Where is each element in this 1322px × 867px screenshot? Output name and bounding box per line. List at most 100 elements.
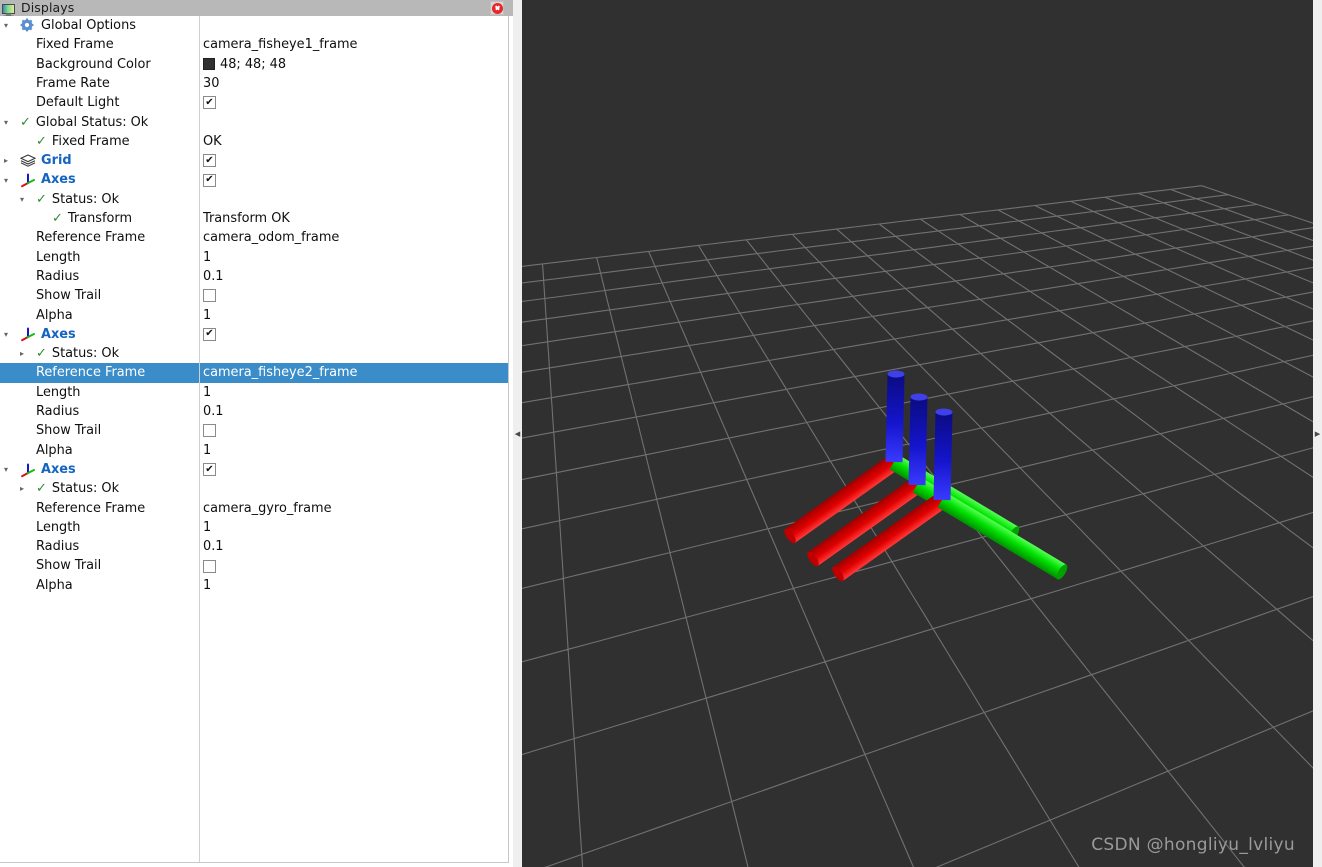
tree-item-value[interactable]: 0.1 <box>203 402 224 421</box>
tree-row[interactable]: Radius 0.1 <box>0 267 509 286</box>
displays-panel: Displays Global Options Fixed Frame camera… <box>0 0 513 867</box>
tree-row[interactable]: Reference Frame camera_fisheye2_frame <box>0 363 509 383</box>
checkbox-checked[interactable] <box>203 96 216 110</box>
tree-row[interactable]: ✓ Transform Transform OK <box>0 209 509 228</box>
tree-row[interactable]: ✓Status: Ok <box>0 479 509 498</box>
tree-item-label: Show Trail <box>36 288 102 304</box>
close-icon[interactable] <box>490 1 504 15</box>
tree-item-value[interactable] <box>203 170 216 189</box>
chevron-right-icon[interactable] <box>0 151 12 170</box>
tree-row[interactable]: Alpha 1 <box>0 576 509 595</box>
tree-item-value[interactable] <box>203 556 216 575</box>
checkbox-checked[interactable] <box>203 463 216 477</box>
chevron-right-icon[interactable] <box>16 344 28 363</box>
tree-item-value[interactable]: camera_odom_frame <box>203 228 339 247</box>
tree-row[interactable]: Global Options <box>0 16 509 35</box>
tree-row[interactable]: Length 1 <box>0 383 509 402</box>
chevron-down-icon[interactable] <box>0 460 12 479</box>
tree-item-value[interactable]: 1 <box>203 518 211 537</box>
tree-row[interactable]: Reference Frame camera_gyro_frame <box>0 499 509 518</box>
tree-item-value[interactable]: 1 <box>203 383 211 402</box>
tree-item-value[interactable] <box>203 151 216 170</box>
tree-row[interactable]: Axes <box>0 325 509 344</box>
tree-item-name: Default Light <box>36 93 119 112</box>
tree-row[interactable]: Length 1 <box>0 518 509 537</box>
left-splitter-handle[interactable]: ◂ <box>513 0 522 867</box>
tree-item-label: Status: Ok <box>51 481 120 497</box>
checkbox-unchecked[interactable] <box>203 559 216 573</box>
value-text: 1 <box>203 519 212 535</box>
tree-item-name: Alpha <box>36 576 73 595</box>
chevron-down-icon[interactable] <box>16 190 28 209</box>
tree-item-value[interactable] <box>203 460 216 479</box>
tree-item-value[interactable]: Transform OK <box>203 209 290 228</box>
tree-item-label: Length <box>36 519 81 535</box>
tree-item-label: Status: Ok <box>51 346 120 362</box>
tree-row[interactable]: Default Light <box>0 93 509 112</box>
column-divider[interactable] <box>199 16 200 862</box>
tree-item-name: ✓ Global Status: Ok <box>20 113 148 132</box>
chevron-right-icon[interactable] <box>16 479 28 498</box>
tree-item-name: Radius <box>36 267 79 286</box>
tree-row[interactable]: Background Color 48; 48; 48 <box>0 55 509 74</box>
tree-item-value[interactable] <box>203 286 216 305</box>
tree-row[interactable]: ✓Global Status: Ok <box>0 113 509 132</box>
tree-row[interactable]: ✓ Fixed Frame OK <box>0 132 509 151</box>
tree-row[interactable]: Frame Rate 30 <box>0 74 509 93</box>
tree-item-value[interactable]: 0.1 <box>203 537 224 556</box>
tree-row[interactable]: Radius 0.1 <box>0 402 509 421</box>
checkbox-checked[interactable] <box>203 173 216 187</box>
tree-item-name: Background Color <box>36 55 151 74</box>
value-text: Transform OK <box>203 211 290 226</box>
collapse-left-arrow-icon[interactable]: ◂ <box>515 428 521 439</box>
tree-row[interactable]: ✓Status: Ok <box>0 344 509 363</box>
value-text: 1 <box>203 307 212 323</box>
tree-item-value[interactable] <box>203 93 216 112</box>
tree-row[interactable]: Alpha 1 <box>0 306 509 325</box>
tree-item-value[interactable]: 0.1 <box>203 267 224 286</box>
tree-row[interactable]: Grid <box>0 151 509 170</box>
chevron-down-icon[interactable] <box>0 16 12 35</box>
tree-item-value[interactable] <box>203 325 216 344</box>
csdn-watermark: CSDN @hongliyu_lvliyu <box>1091 835 1295 855</box>
tree-item-value[interactable]: camera_fisheye1_frame <box>203 35 358 54</box>
tree-row[interactable]: Reference Frame camera_odom_frame <box>0 228 509 247</box>
tree-item-value[interactable]: 1 <box>203 576 211 595</box>
checkbox-unchecked[interactable] <box>203 289 216 303</box>
tree-item-name: Reference Frame <box>36 363 145 382</box>
collapse-right-arrow-icon[interactable]: ▸ <box>1315 428 1321 439</box>
tree-row[interactable]: Axes <box>0 460 509 479</box>
tree-item-value[interactable]: OK <box>203 132 222 151</box>
tree-row[interactable]: ✓Status: Ok <box>0 190 509 209</box>
tree-item-value[interactable]: 48; 48; 48 <box>203 55 286 74</box>
checkbox-unchecked[interactable] <box>203 424 216 438</box>
tree-row[interactable]: Radius 0.1 <box>0 537 509 556</box>
chevron-down-icon[interactable] <box>0 170 12 189</box>
color-swatch[interactable] <box>203 58 215 71</box>
tree-row[interactable]: Fixed Frame camera_fisheye1_frame <box>0 35 509 54</box>
tree-item-value[interactable]: camera_gyro_frame <box>203 499 332 518</box>
tree-row[interactable]: Show Trail <box>0 421 509 440</box>
tree-item-value[interactable] <box>203 421 216 440</box>
tree-row[interactable]: Axes <box>0 170 509 189</box>
checkbox-checked[interactable] <box>203 154 216 168</box>
tree-item-value[interactable]: 1 <box>203 441 211 460</box>
tree-row[interactable]: Alpha 1 <box>0 441 509 460</box>
right-splitter-handle[interactable]: ▸ <box>1313 0 1322 867</box>
tree-item-value[interactable]: camera_fisheye2_frame <box>203 363 358 382</box>
tree-item-label: Reference Frame <box>36 365 146 381</box>
value-text: 30 <box>203 75 220 91</box>
check-icon: ✓ <box>36 133 47 149</box>
tree-row[interactable]: Show Trail <box>0 286 509 305</box>
tree-row[interactable]: Show Trail <box>0 556 509 575</box>
tree-item-label: Fixed Frame <box>51 133 130 149</box>
tree-item-value[interactable]: 1 <box>203 248 211 267</box>
tree-row[interactable]: Length 1 <box>0 248 509 267</box>
checkbox-checked[interactable] <box>203 327 216 341</box>
render-viewport-3d[interactable]: CSDN @hongliyu_lvliyu <box>522 0 1313 867</box>
tree-item-value[interactable]: 30 <box>203 74 219 93</box>
tree-item-value[interactable]: 1 <box>203 306 211 325</box>
displays-tree[interactable]: Global Options Fixed Frame camera_fisheye1… <box>0 16 513 863</box>
chevron-down-icon[interactable] <box>0 325 12 344</box>
chevron-down-icon[interactable] <box>0 113 12 132</box>
